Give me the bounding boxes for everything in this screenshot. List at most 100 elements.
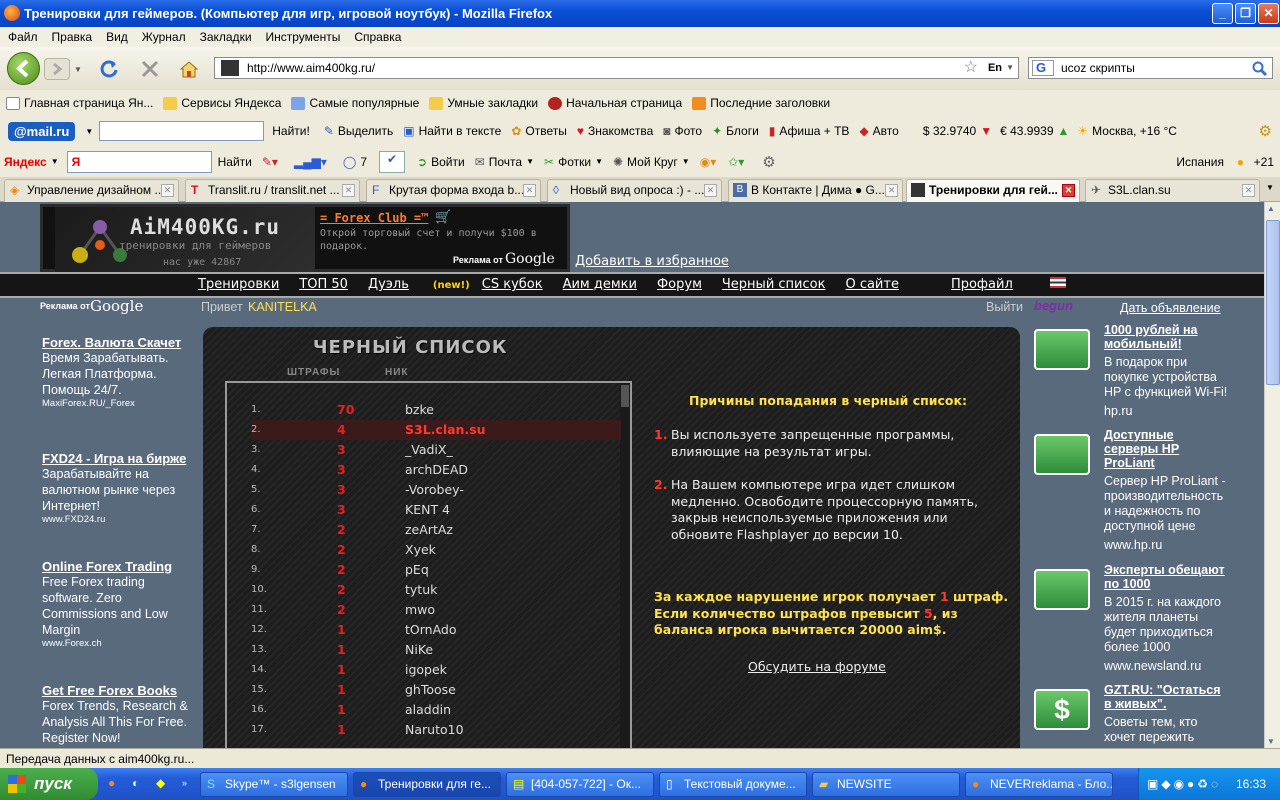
right-ad[interactable]: Доступные серверы HP ProLiant Сервер HP … xyxy=(1104,428,1229,553)
tab-close-icon[interactable]: ✕ xyxy=(342,184,355,197)
row-nick[interactable]: archDEAD xyxy=(405,460,468,480)
ad-url[interactable]: hp.ru xyxy=(1104,404,1229,419)
menu-view[interactable]: Вид xyxy=(106,30,128,44)
task-newsite-folder[interactable]: ▰ NEWSITE xyxy=(812,772,960,797)
nav-top50[interactable]: ТОП 50 xyxy=(299,277,348,292)
checkmark-icon[interactable]: ✔ xyxy=(379,150,406,173)
tab-list-icon[interactable]: ▼ xyxy=(1266,183,1274,192)
yandex-my-circle[interactable]: ✺ Мой Круг ▼ xyxy=(613,155,690,169)
row-nick[interactable]: tOrnAdo xyxy=(405,620,457,640)
ad-url[interactable]: MaxiForex.RU/_Forex xyxy=(42,398,192,409)
nav-forum[interactable]: Форум xyxy=(657,277,702,292)
stop-icon[interactable] xyxy=(140,59,160,79)
ad-title[interactable]: FXD24 - Игра на бирже xyxy=(42,451,192,466)
menu-edit[interactable]: Правка xyxy=(52,30,93,44)
site-logo[interactable]: AiM400KG.ru тренировки для геймеров нас … xyxy=(55,207,315,273)
speech-icon[interactable]: ◯ xyxy=(343,155,356,169)
tab-close-icon[interactable]: ✕ xyxy=(704,184,717,197)
menu-file[interactable]: Файл xyxy=(8,30,38,44)
tab-s3l[interactable]: ✈ S3L.clan.su ✕ xyxy=(1085,179,1260,202)
yandex-find-button[interactable]: Найти xyxy=(218,155,252,169)
tab-close-icon[interactable]: ✕ xyxy=(885,184,898,197)
nav-aim-demos[interactable]: Аим демки xyxy=(563,277,637,292)
scroll-down-icon[interactable]: ▼ xyxy=(1267,737,1275,746)
post-ad-link[interactable]: Дать объявление xyxy=(1120,301,1221,315)
add-favorites-link[interactable]: Добавить в избранное xyxy=(575,254,729,269)
mailru-afisha[interactable]: ▮ Афиша + ТВ xyxy=(769,124,850,138)
yandex-dropdown-icon[interactable]: ▼ xyxy=(51,157,59,166)
task-blog[interactable]: ● NEVERreklama - Бло... xyxy=(965,772,1113,797)
row-nick[interactable]: Xyek xyxy=(405,540,436,560)
start-button[interactable]: пуск xyxy=(0,768,98,800)
nav-about[interactable]: О сайте xyxy=(845,277,899,292)
left-ad[interactable]: FXD24 - Игра на бирже Зарабатывайте на в… xyxy=(42,451,192,525)
left-google-logo[interactable]: Google xyxy=(90,297,143,315)
bars-icon[interactable]: ▂▄▆▾ xyxy=(294,155,327,169)
mailru-auto[interactable]: ◆ Авто xyxy=(859,124,898,138)
ad-url[interactable]: www.Forex.ch xyxy=(42,638,192,649)
tab-vkontakte[interactable]: BВ Контакте | Дима ● G... ✕ xyxy=(728,179,903,202)
tab-login-form[interactable]: F Крутая форма входа b... ✕ xyxy=(366,179,541,202)
ad-url[interactable]: www.newsland.ru xyxy=(1104,659,1229,674)
row-nick[interactable]: -Vorobey- xyxy=(405,480,464,500)
monitor-ad-icon[interactable] xyxy=(1034,434,1090,475)
reload-icon[interactable] xyxy=(98,58,120,80)
back-button[interactable] xyxy=(7,52,40,85)
username[interactable]: KANITELKA xyxy=(248,300,317,314)
logout-link[interactable]: Выйти xyxy=(986,300,1023,314)
row-nick[interactable]: S3L.clan.su xyxy=(405,420,486,440)
dollar-ad-icon[interactable]: $ xyxy=(1034,689,1090,730)
yandex-search-input[interactable]: Я xyxy=(66,150,212,173)
scrollbar-thumb[interactable] xyxy=(1266,220,1280,385)
quicklaunch-icon[interactable]: ◐ xyxy=(132,776,139,790)
tab-close-icon[interactable]: ✕ xyxy=(1062,184,1075,197)
pencil-icon[interactable]: ✎▾ xyxy=(262,155,278,169)
bookmark-smart[interactable]: Умные закладки xyxy=(429,96,538,110)
row-nick[interactable]: Naruto10 xyxy=(405,720,464,740)
home-icon[interactable] xyxy=(178,58,200,80)
row-nick[interactable]: igopek xyxy=(405,660,447,680)
forward-button[interactable] xyxy=(44,58,70,80)
mailru-answers[interactable]: ✿ Ответы xyxy=(511,124,567,138)
bookmark-yandex-home[interactable]: Главная страница Ян... xyxy=(6,96,153,110)
quicklaunch-expand-icon[interactable]: » xyxy=(182,778,187,788)
ad-title[interactable]: 1000 рублей на мобильный! xyxy=(1104,323,1229,351)
language-indicator[interactable]: En xyxy=(988,58,1002,78)
close-button[interactable]: ✕ xyxy=(1258,3,1279,24)
row-nick[interactable]: _VadiX_ xyxy=(405,440,453,460)
ad-title[interactable]: Forex. Валюта Скачет xyxy=(42,335,192,350)
right-ad[interactable]: Эксперты обещают по 1000 В 2015 г. на ка… xyxy=(1104,563,1229,674)
nav-cs-cup[interactable]: CS кубок xyxy=(482,277,543,292)
left-ad[interactable]: Online Forex Trading Free Forex trading … xyxy=(42,559,192,649)
page-scrollbar[interactable]: ▲ ▼ xyxy=(1264,202,1280,748)
settings-icon[interactable]: ⚙ xyxy=(762,153,775,171)
row-nick[interactable]: bzke xyxy=(405,400,434,420)
google-search-icon[interactable]: G xyxy=(1032,60,1054,76)
row-nick[interactable]: zeArtAz xyxy=(405,520,453,540)
row-nick[interactable]: ghToose xyxy=(405,680,456,700)
yandex-mail[interactable]: ✉ Почта ▼ xyxy=(475,155,534,169)
star-plus-icon[interactable]: ✩▾ xyxy=(728,155,744,169)
magnifier-icon[interactable] xyxy=(1252,61,1268,77)
mailru-dating[interactable]: ♥ Знакомства xyxy=(577,124,653,138)
search-bar[interactable]: G ucoz скрипты xyxy=(1028,57,1273,79)
discuss-forum-link[interactable]: Обсудить на форуме xyxy=(748,659,886,676)
table-scrollbar[interactable] xyxy=(620,383,630,748)
row-nick[interactable]: NiKe xyxy=(405,640,433,660)
task-icq[interactable]: ▤ [404-057-722] - Ок... xyxy=(506,772,654,797)
scroll-up-icon[interactable]: ▲ xyxy=(1267,204,1275,213)
task-firefox[interactable]: ● Тренировки для ге... xyxy=(353,772,501,797)
begun-logo[interactable]: begun xyxy=(1034,298,1073,313)
bookmark-yandex-services[interactable]: Сервисы Яндекса xyxy=(163,96,281,110)
tab-close-icon[interactable]: ✕ xyxy=(523,184,536,197)
left-ad[interactable]: Forex. Валюта Скачет Время Зарабатывать.… xyxy=(42,335,192,409)
right-ad[interactable]: GZT.RU: "Остаться в живых". Советы тем, … xyxy=(1104,683,1229,745)
mailru-logo[interactable]: @mail.ru xyxy=(8,121,76,141)
book-ad-icon[interactable] xyxy=(1034,329,1090,370)
gear-icon[interactable]: ⚙ xyxy=(1259,122,1272,140)
ad-title[interactable]: GZT.RU: "Остаться в живых". xyxy=(1104,683,1229,711)
nav-trainings[interactable]: Тренировки xyxy=(198,277,279,292)
nav-duel[interactable]: Дуэль xyxy=(368,277,429,292)
tab-aim400kg[interactable]: Тренировки для гей... ✕ xyxy=(906,179,1080,202)
bookmark-start-page[interactable]: Начальная страница xyxy=(548,96,682,110)
